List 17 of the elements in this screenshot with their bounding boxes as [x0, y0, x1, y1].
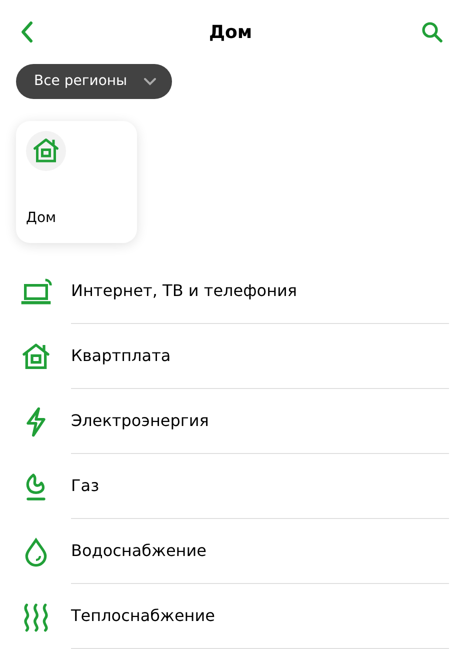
category-card[interactable]: Дом	[16, 121, 137, 243]
category-label: Электроэнергия	[71, 410, 209, 432]
category-label: Газ	[71, 475, 100, 497]
category-label: Квартплата	[71, 345, 171, 367]
search-button[interactable]	[421, 21, 443, 43]
chevron-down-icon	[144, 78, 156, 86]
category-label: Водоснабжение	[71, 540, 207, 562]
category-label: Интернет, ТВ и телефония	[71, 280, 298, 302]
category-row[interactable]: Теплоснабжение	[0, 584, 467, 649]
category-row[interactable]: Газ	[0, 454, 467, 519]
region-dropdown[interactable]: Все регионы	[16, 64, 172, 99]
category-row[interactable]: Электроэнергия	[0, 389, 467, 454]
category-row[interactable]: Интернет, ТВ и телефония	[0, 259, 467, 324]
category-label: Теплоснабжение	[71, 605, 215, 627]
page-title: Дом	[208, 20, 252, 44]
category-row[interactable]: Водоснабжение	[0, 519, 467, 584]
category-row[interactable]: Квартплата	[0, 324, 467, 389]
